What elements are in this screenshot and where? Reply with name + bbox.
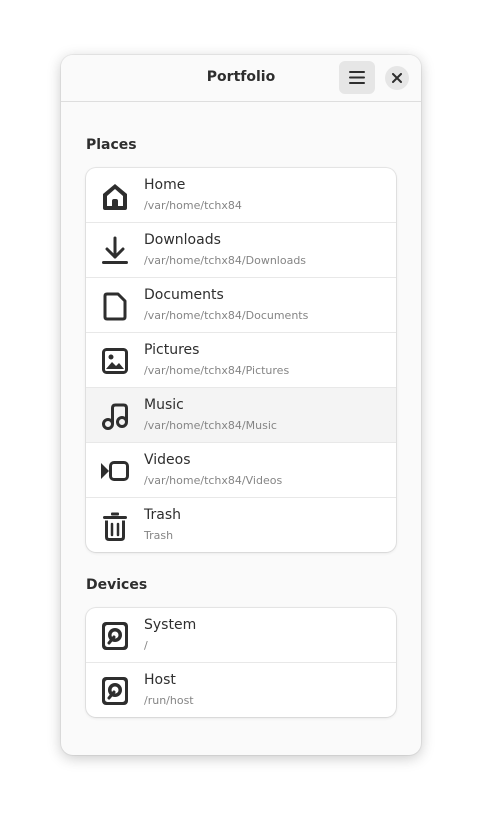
close-icon [392, 73, 402, 83]
place-name: Music [144, 397, 184, 413]
place-row-trash[interactable]: Trash Trash [86, 498, 396, 552]
music-icon [102, 403, 128, 430]
place-name: Pictures [144, 342, 200, 358]
portfolio-window: Portfolio Places Home /var/home/tchx84 D… [61, 55, 421, 755]
drive-icon [102, 677, 128, 705]
hamburger-menu-icon [349, 71, 365, 84]
picture-icon [102, 348, 128, 374]
devices-list: System / Host /run/host [86, 608, 396, 717]
place-path: Trash [144, 529, 174, 542]
main-menu-button[interactable] [339, 61, 375, 94]
place-name: Documents [144, 287, 224, 303]
places-list: Home /var/home/tchx84 Downloads /var/hom… [86, 168, 396, 552]
place-row-home[interactable]: Home /var/home/tchx84 [86, 168, 396, 223]
download-icon [102, 236, 128, 264]
place-name: Videos [144, 452, 191, 468]
device-path: / [144, 639, 148, 652]
place-row-videos[interactable]: Videos /var/home/tchx84/Videos [86, 443, 396, 498]
device-row-system[interactable]: System / [86, 608, 396, 663]
document-icon [103, 292, 127, 321]
place-path: /var/home/tchx84 [144, 199, 242, 212]
place-path: /var/home/tchx84/Downloads [144, 254, 307, 267]
header-bar: Portfolio [61, 55, 421, 102]
devices-heading: Devices [86, 577, 148, 593]
place-row-music[interactable]: Music /var/home/tchx84/Music [86, 388, 396, 443]
device-path: /run/host [144, 694, 194, 707]
places-heading: Places [86, 137, 137, 153]
drive-icon [102, 622, 128, 650]
place-row-downloads[interactable]: Downloads /var/home/tchx84/Downloads [86, 223, 396, 278]
place-path: /var/home/tchx84/Documents [144, 309, 309, 322]
place-row-documents[interactable]: Documents /var/home/tchx84/Documents [86, 278, 396, 333]
place-path: /var/home/tchx84/Music [144, 419, 277, 432]
device-row-host[interactable]: Host /run/host [86, 663, 396, 717]
place-name: Downloads [144, 232, 221, 248]
place-path: /var/home/tchx84/Videos [144, 474, 283, 487]
place-name: Trash [144, 507, 181, 523]
place-name: Home [144, 177, 186, 193]
place-path: /var/home/tchx84/Pictures [144, 364, 290, 377]
trash-icon [103, 512, 127, 541]
device-name: Host [144, 672, 176, 688]
place-row-pictures[interactable]: Pictures /var/home/tchx84/Pictures [86, 333, 396, 388]
content: Places Home /var/home/tchx84 Downloads /… [86, 135, 396, 717]
close-button[interactable] [385, 66, 409, 90]
video-icon [101, 461, 129, 481]
device-name: System [144, 617, 197, 633]
home-icon [103, 184, 127, 210]
